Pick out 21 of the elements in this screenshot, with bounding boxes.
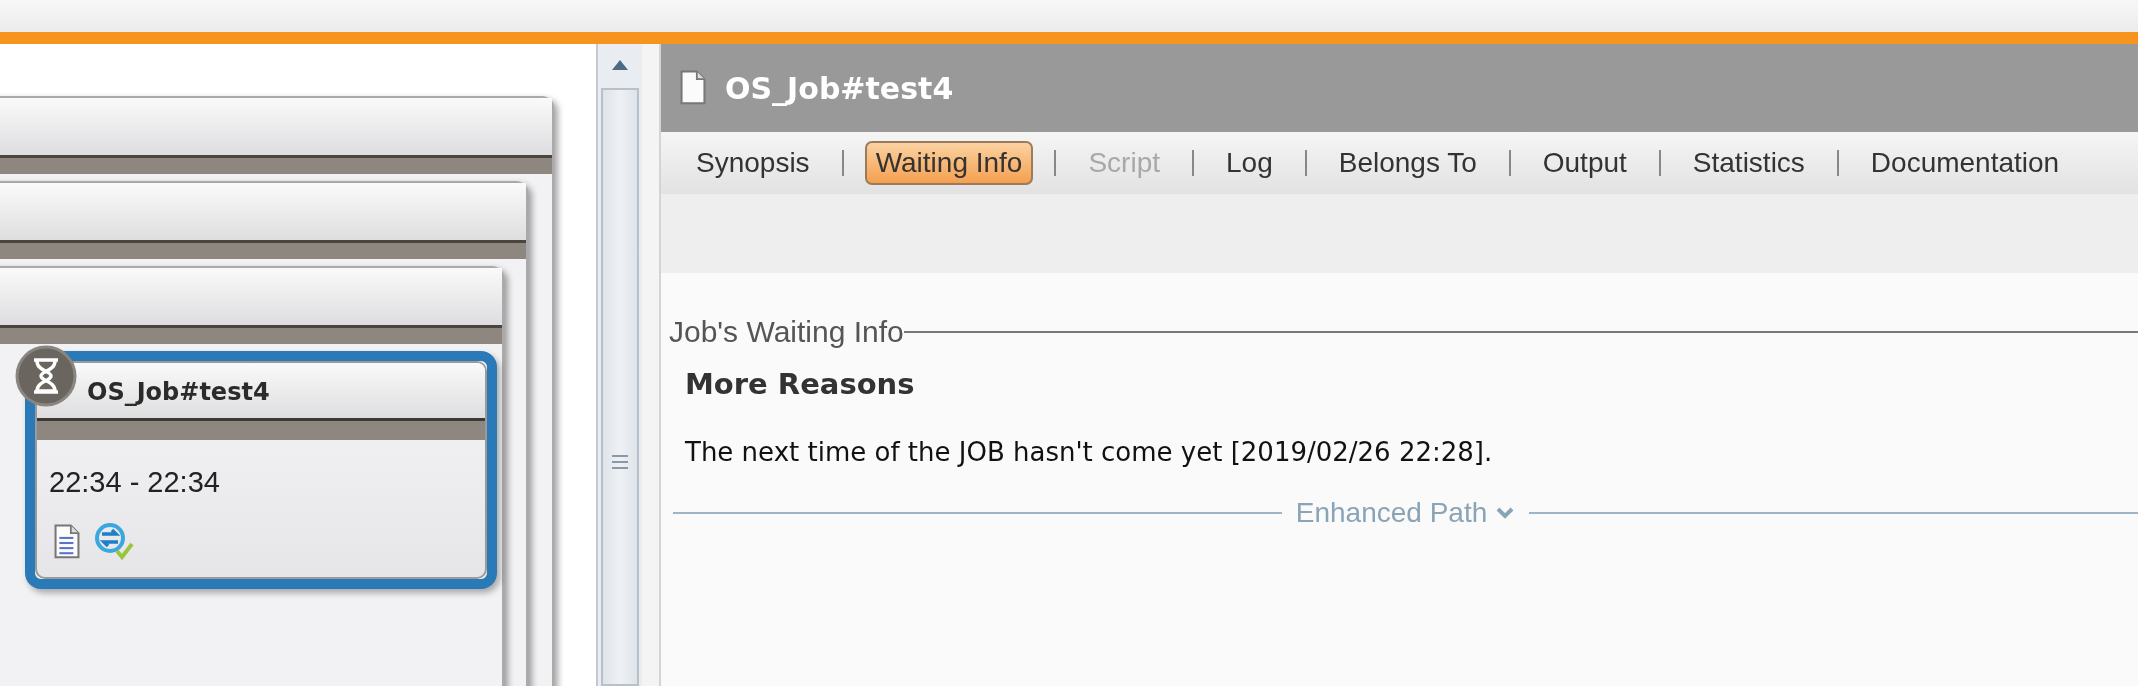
- tab[interactable]: Belongs To: [1327, 141, 1488, 185]
- scrollbar-track[interactable]: [601, 88, 639, 686]
- chevron-icon: [1495, 506, 1516, 520]
- tab[interactable]: Log: [1215, 141, 1284, 185]
- tab[interactable]: Statistics: [1681, 141, 1816, 185]
- grip-icon[interactable]: [610, 452, 630, 472]
- tab[interactable]: Synopsis: [685, 141, 821, 185]
- tab[interactable]: Documentation: [1859, 141, 2071, 185]
- refresh-check-icon[interactable]: [93, 521, 135, 561]
- job-time: 22:34 - 22:34: [48, 465, 221, 499]
- document-icon[interactable]: [53, 523, 81, 561]
- section-heading: More Reasons: [684, 366, 916, 401]
- reason-text: The next time of the JOB hasn't come yet [2019/02/26 22:28].: [684, 436, 1494, 467]
- job-title: OS_Job#test4: [87, 378, 270, 406]
- section-legend: Job's Waiting Info: [669, 315, 904, 349]
- document-icon: [679, 69, 707, 107]
- tab[interactable]: Waiting Info: [864, 141, 1034, 185]
- tab[interactable]: Output: [1531, 141, 1638, 185]
- job-card[interactable]: OS_Job#test4 22:34 - 22:34: [25, 351, 497, 589]
- detail-title: OS_Job#test4: [725, 70, 954, 106]
- hourglass-icon: [15, 345, 77, 407]
